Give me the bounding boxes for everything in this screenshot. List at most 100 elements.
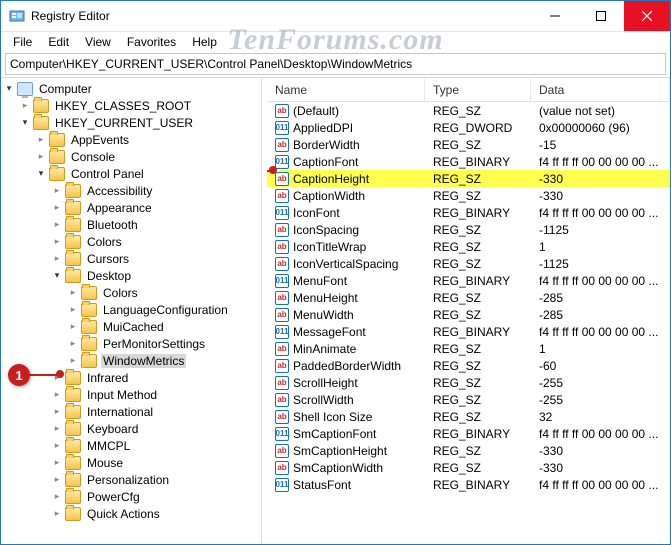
tree-node[interactable]: ▸PerMonitorSettings <box>3 335 261 352</box>
tree-node[interactable]: ▾HKEY_CURRENT_USER <box>3 114 261 131</box>
caret-right-icon[interactable]: ▸ <box>51 406 63 418</box>
tree-panel[interactable]: ▾Computer▸HKEY_CLASSES_ROOT▾HKEY_CURRENT… <box>1 78 261 544</box>
value-row[interactable]: 011CaptionFont REG_BINARY f4 ff ff ff 00… <box>267 153 670 170</box>
col-type[interactable]: Type <box>425 78 531 101</box>
value-row[interactable]: 011AppliedDPI REG_DWORD 0x00000060 (96) <box>267 119 670 136</box>
value-type: REG_SZ <box>425 257 531 271</box>
caret-right-icon[interactable]: ▸ <box>67 287 79 299</box>
tree-node[interactable]: ▸Colors <box>3 284 261 301</box>
caret-right-icon[interactable]: ▸ <box>51 474 63 486</box>
menu-edit[interactable]: Edit <box>40 33 77 51</box>
string-value-icon: ab <box>275 240 289 254</box>
value-row[interactable]: abCaptionHeight REG_SZ -330 <box>267 170 670 187</box>
tree-node[interactable]: ▸Input Method <box>3 386 261 403</box>
caret-right-icon[interactable]: ▸ <box>51 508 63 520</box>
value-row[interactable]: abMenuWidth REG_SZ -285 <box>267 306 670 323</box>
tree-node[interactable]: ▸AppEvents <box>3 131 261 148</box>
value-row[interactable]: abBorderWidth REG_SZ -15 <box>267 136 670 153</box>
caret-down-icon[interactable]: ▾ <box>19 117 31 129</box>
value-row[interactable]: abMinAnimate REG_SZ 1 <box>267 340 670 357</box>
value-row[interactable]: abShell Icon Size REG_SZ 32 <box>267 408 670 425</box>
tree-node[interactable]: ▸Console <box>3 148 261 165</box>
value-row[interactable]: abIconSpacing REG_SZ -1125 <box>267 221 670 238</box>
caret-right-icon[interactable]: ▸ <box>51 185 63 197</box>
tree-node[interactable]: ▸ MuiCached <box>3 318 261 335</box>
value-row[interactable]: abSmCaptionWidth REG_SZ -330 <box>267 459 670 476</box>
caret-right-icon[interactable]: ▸ <box>51 440 63 452</box>
col-name[interactable]: Name <box>267 78 425 101</box>
tree-node[interactable]: ▾Control Panel <box>3 165 261 182</box>
caret-right-icon[interactable]: ▸ <box>51 491 63 503</box>
col-data[interactable]: Data <box>531 78 670 101</box>
address-bar[interactable]: Computer\HKEY_CURRENT_USER\Control Panel… <box>5 53 666 75</box>
tree-node[interactable]: ▸HKEY_CLASSES_ROOT <box>3 97 261 114</box>
tree-node[interactable]: ▸PowerCfg <box>3 488 261 505</box>
tree-node-label: MuiCached <box>101 320 166 334</box>
tree-node[interactable]: ▸Personalization <box>3 471 261 488</box>
caret-right-icon[interactable]: ▸ <box>67 338 79 350</box>
tree-node[interactable]: ▸International <box>3 403 261 420</box>
value-data: (value not set) <box>531 104 670 118</box>
caret-down-icon[interactable]: ▾ <box>3 83 15 95</box>
caret-right-icon[interactable]: ▸ <box>35 134 47 146</box>
value-row[interactable]: abScrollHeight REG_SZ -255 <box>267 374 670 391</box>
value-row[interactable]: abIconVerticalSpacing REG_SZ -1125 <box>267 255 670 272</box>
caret-right-icon[interactable]: ▸ <box>51 389 63 401</box>
tree-node[interactable]: ▸MMCPL <box>3 437 261 454</box>
caret-right-icon[interactable]: ▸ <box>51 253 63 265</box>
value-data: -255 <box>531 393 670 407</box>
tree-node[interactable]: ▸LanguageConfiguration <box>3 301 261 318</box>
value-name: IconFont <box>293 206 340 220</box>
title-bar[interactable]: Registry Editor <box>1 1 670 31</box>
value-row[interactable]: abIconTitleWrap REG_SZ 1 <box>267 238 670 255</box>
tree-node[interactable]: ▾Desktop <box>3 267 261 284</box>
caret-down-icon[interactable]: ▾ <box>51 270 63 282</box>
menu-help[interactable]: Help <box>184 33 225 51</box>
maximize-button[interactable] <box>578 1 624 31</box>
menu-file[interactable]: File <box>5 33 40 51</box>
value-row[interactable]: abSmCaptionHeight REG_SZ -330 <box>267 442 670 459</box>
value-row[interactable]: 011MenuFont REG_BINARY f4 ff ff ff 00 00… <box>267 272 670 289</box>
close-button[interactable] <box>624 1 670 31</box>
string-value-icon: ab <box>275 393 289 407</box>
tree-node[interactable]: ▸Accessibility <box>3 182 261 199</box>
tree-node[interactable]: ▸Appearance <box>3 199 261 216</box>
tree-node[interactable]: ▾Computer <box>3 80 261 97</box>
menu-favorites[interactable]: Favorites <box>119 33 184 51</box>
value-row[interactable]: abCaptionWidth REG_SZ -330 <box>267 187 670 204</box>
menu-view[interactable]: View <box>77 33 119 51</box>
caret-right-icon[interactable]: ▸ <box>19 100 31 112</box>
caret-right-icon[interactable]: ▸ <box>35 151 47 163</box>
value-row[interactable]: 011StatusFont REG_BINARY f4 ff ff ff 00 … <box>267 476 670 493</box>
caret-right-icon[interactable]: ▸ <box>51 236 63 248</box>
caret-right-icon[interactable]: ▸ <box>67 304 79 316</box>
binary-value-icon: 011 <box>275 121 289 135</box>
tree-node[interactable]: ▸Quick Actions <box>3 505 261 522</box>
value-row[interactable]: abPaddedBorderWidth REG_SZ -60 <box>267 357 670 374</box>
caret-right-icon[interactable]: ▸ <box>67 355 79 367</box>
value-row[interactable]: abScrollWidth REG_SZ -255 <box>267 391 670 408</box>
value-row[interactable]: ab(Default) REG_SZ (value not set) <box>267 102 670 119</box>
value-row[interactable]: 011MessageFont REG_BINARY f4 ff ff ff 00… <box>267 323 670 340</box>
tree-node[interactable]: ▸Mouse <box>3 454 261 471</box>
folder-icon <box>65 422 81 436</box>
caret-right-icon[interactable]: ▸ <box>51 457 63 469</box>
caret-right-icon[interactable]: ▸ <box>67 321 79 333</box>
value-row[interactable]: abMenuHeight REG_SZ -285 <box>267 289 670 306</box>
tree-node[interactable]: ▸Keyboard <box>3 420 261 437</box>
caret-right-icon[interactable]: ▸ <box>51 202 63 214</box>
tree-node[interactable]: ▸WindowMetrics <box>3 352 261 369</box>
tree-node[interactable]: ▸Infrared <box>3 369 261 386</box>
tree-node[interactable]: ▸Colors <box>3 233 261 250</box>
string-value-icon: ab <box>275 444 289 458</box>
string-value-icon: ab <box>275 172 289 186</box>
values-panel[interactable]: Name Type Data ab(Default) REG_SZ (value… <box>267 78 670 544</box>
tree-node[interactable]: ▸Bluetooth <box>3 216 261 233</box>
value-row[interactable]: 011IconFont REG_BINARY f4 ff ff ff 00 00… <box>267 204 670 221</box>
minimize-button[interactable] <box>532 1 578 31</box>
caret-right-icon[interactable]: ▸ <box>51 219 63 231</box>
caret-right-icon[interactable]: ▸ <box>51 423 63 435</box>
value-row[interactable]: 011SmCaptionFont REG_BINARY f4 ff ff ff … <box>267 425 670 442</box>
caret-down-icon[interactable]: ▾ <box>35 168 47 180</box>
tree-node[interactable]: ▸Cursors <box>3 250 261 267</box>
